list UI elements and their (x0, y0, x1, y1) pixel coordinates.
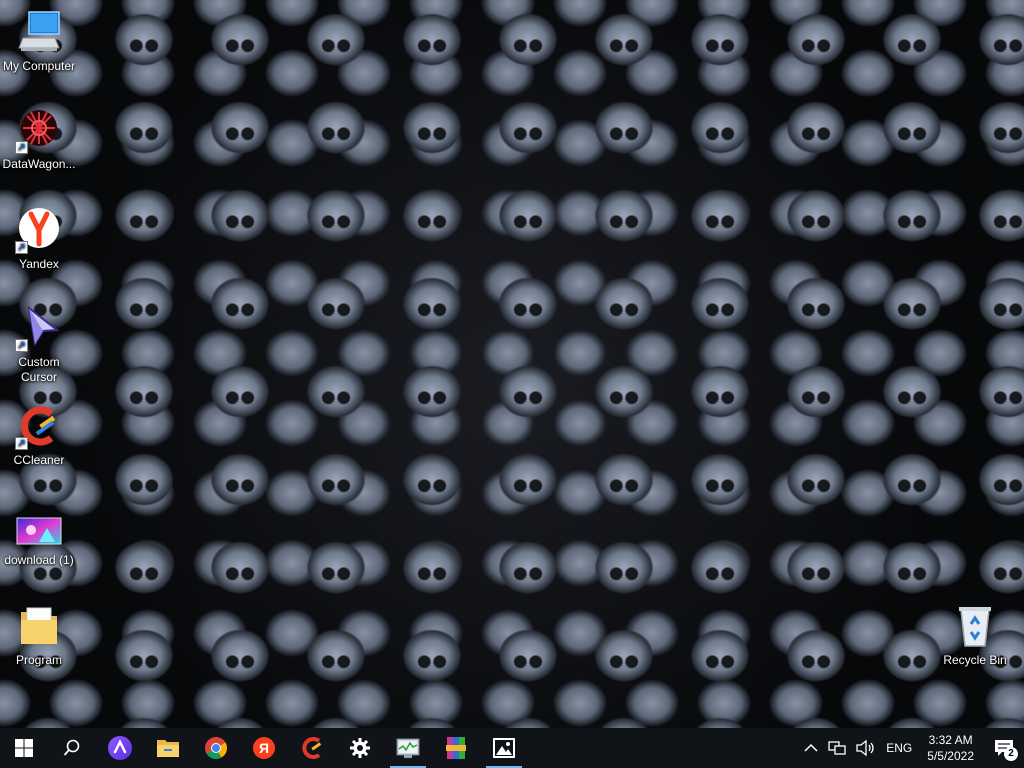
desktop-icon-label: Yandex (19, 257, 59, 271)
clock-time: 3:32 AM (928, 733, 973, 747)
computer-icon (15, 8, 63, 56)
speaker-icon (856, 740, 874, 756)
desktop-icon-program[interactable]: Program (0, 602, 78, 668)
yandex-browser-icon: Я (253, 737, 275, 759)
desktop-icon-datawagon[interactable]: ↗ DataWagon... (0, 106, 78, 172)
shortcut-arrow-icon: ↗ (15, 241, 28, 254)
start-button[interactable] (0, 728, 48, 768)
winrar-button[interactable] (432, 728, 480, 768)
desktop-icon-custom-cursor[interactable]: ↗ Custom Cursor (0, 304, 78, 385)
file-explorer-button[interactable] (144, 728, 192, 768)
volume-button[interactable] (851, 728, 881, 768)
settings-button[interactable] (336, 728, 384, 768)
ccleaner-icon (302, 737, 322, 759)
language-indicator[interactable]: ENG (881, 728, 917, 768)
chrome-icon (205, 737, 227, 759)
clock-date: 5/5/2022 (927, 749, 974, 763)
search-button[interactable] (48, 728, 96, 768)
desktop-icon-label: Program (15, 653, 62, 667)
desktop-icon-label: DataWagon... (2, 157, 76, 171)
yandex-icon: ↗ (15, 206, 63, 254)
photos-icon (493, 738, 515, 758)
ccleaner-taskbar-button[interactable] (288, 728, 336, 768)
desktop-icon-download[interactable]: download (1) (0, 512, 78, 568)
system-tray: ENG 3:32 AM 5/5/2022 2 (799, 728, 1024, 768)
datawagon-icon: ↗ (15, 106, 63, 154)
task-manager-button[interactable] (384, 728, 432, 768)
windows-start-icon (15, 739, 33, 757)
yandex-browser-button[interactable]: Я (240, 728, 288, 768)
search-icon (63, 739, 80, 756)
desktop-icon-recycle-bin[interactable]: Recycle Bin (936, 602, 1014, 668)
cursor-icon: ↗ (15, 304, 63, 352)
desktop-icon-label: Recycle Bin (943, 653, 1007, 667)
show-hidden-icons-button[interactable] (799, 728, 823, 768)
svg-text:Я: Я (259, 740, 269, 756)
shortcut-arrow-icon: ↗ (15, 339, 28, 352)
notification-count-badge: 2 (1004, 747, 1018, 761)
ccleaner-icon: ↗ (15, 402, 63, 450)
desktop-wallpaper (0, 0, 1024, 728)
shortcut-arrow-icon: ↗ (15, 437, 28, 450)
image-thumbnail-icon (15, 512, 63, 550)
desktop-icon-label: My Computer (2, 59, 76, 73)
winrar-icon (446, 737, 466, 759)
settings-gear-icon (350, 738, 370, 758)
chrome-button[interactable] (192, 728, 240, 768)
chevron-up-icon (804, 743, 818, 752)
folder-icon (15, 602, 63, 650)
desktop-icon-label: CCleaner (13, 453, 65, 467)
task-manager-icon (396, 738, 420, 758)
desktop-icon-label: download (1) (4, 553, 74, 567)
network-button[interactable] (823, 728, 851, 768)
shortcut-arrow-icon: ↗ (15, 141, 28, 154)
photos-button[interactable] (480, 728, 528, 768)
desktop-icon-label: Custom Cursor (18, 355, 60, 384)
desktop-icon-yandex[interactable]: ↗ Yandex (0, 206, 78, 272)
desktop-icon-ccleaner[interactable]: ↗ CCleaner (0, 402, 78, 468)
alice-assistant-icon (108, 736, 132, 760)
action-center-button[interactable]: 2 (984, 728, 1024, 768)
clock[interactable]: 3:32 AM 5/5/2022 (917, 728, 984, 768)
recycle-bin-icon (951, 602, 999, 650)
desktop-icon-my-computer[interactable]: My Computer (0, 8, 78, 74)
file-explorer-icon (157, 740, 179, 757)
network-icon (828, 741, 846, 755)
taskbar: Я ENG 3:32 AM 5/5/2022 2 (0, 728, 1024, 768)
alice-assistant-button[interactable] (96, 728, 144, 768)
